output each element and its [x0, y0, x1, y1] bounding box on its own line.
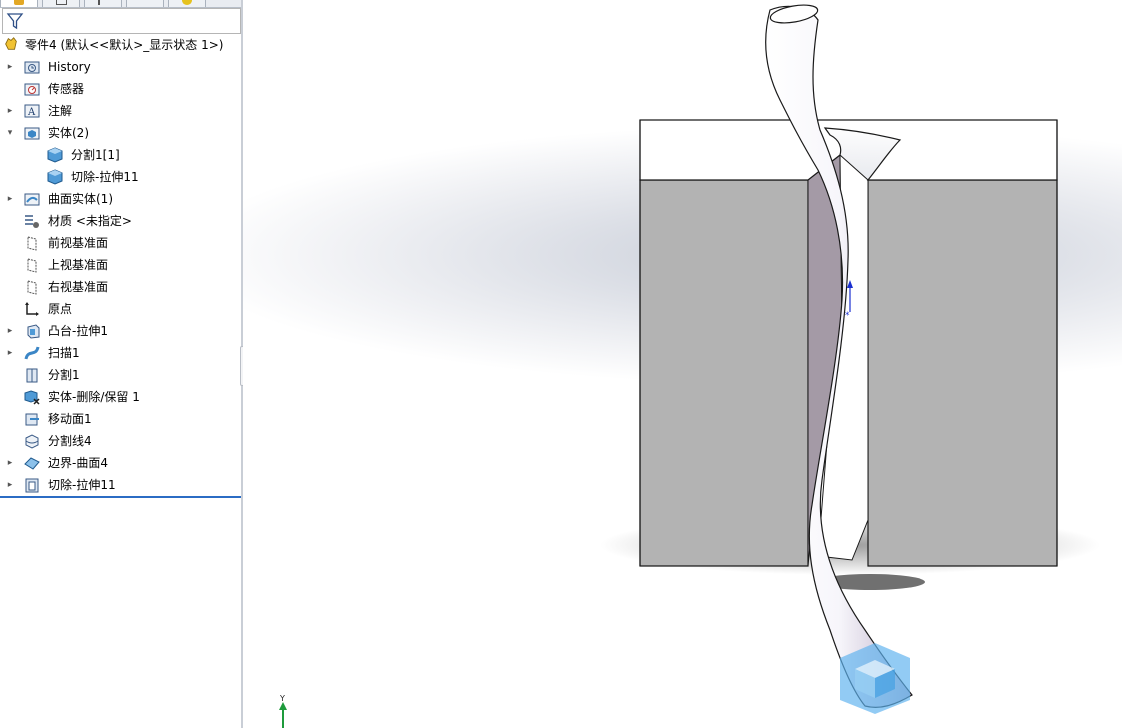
plane-icon [27, 236, 37, 251]
tree-item[interactable]: 移动面1 [0, 408, 241, 430]
split-icon [26, 368, 38, 383]
move-face-icon [25, 413, 39, 426]
tree-item[interactable]: 上视基准面 [0, 254, 241, 276]
cut-extrude-icon [25, 478, 39, 493]
tree-item-label: 前视基准面 [48, 236, 109, 250]
tree-item-label: History [48, 60, 91, 74]
tree-item-label: 边界-曲面4 [48, 456, 108, 470]
expand-arrow-icon[interactable]: ▸ [5, 56, 15, 78]
panel-tab-bar [0, 0, 241, 8]
configuration-manager-icon [98, 0, 110, 5]
rollback-bar[interactable] [0, 496, 241, 498]
tree-item-label: 注解 [48, 104, 73, 118]
tree-item-label: 实体(2) [48, 126, 89, 140]
history-folder-icon [24, 61, 40, 74]
expand-arrow-icon[interactable]: ▸ [5, 474, 15, 496]
expand-arrow-icon[interactable]: ▸ [5, 100, 15, 122]
tree-item-label: 实体-删除/保留 1 [48, 390, 140, 404]
display-manager-icon [182, 0, 192, 5]
plane-icon [27, 258, 37, 273]
tree-item-label: 分割线4 [48, 434, 92, 448]
tree-item[interactable]: ▾ 实体(2) [0, 122, 241, 144]
tree-item[interactable]: 传感器 [0, 78, 241, 100]
tree-item[interactable]: ▸ A 注解 [0, 100, 241, 122]
filter-icon[interactable] [6, 12, 24, 30]
expand-arrow-icon[interactable]: ▸ [5, 452, 15, 474]
feature-manager-icon [14, 0, 24, 5]
solid-body-icon [47, 169, 63, 185]
tree-item[interactable]: 实体-删除/保留 1 [0, 386, 241, 408]
feature-filter[interactable] [2, 8, 241, 34]
tab-display-manager[interactable] [168, 0, 206, 7]
coordinate-triad: Y [276, 694, 296, 728]
tree-item[interactable]: 分割1[1] [0, 144, 241, 166]
part-icon [5, 37, 17, 50]
tree-item-label: 分割1 [48, 368, 80, 382]
tree-item-label: 分割1[1] [71, 148, 120, 162]
expand-arrow-icon[interactable]: ▸ [5, 342, 15, 364]
tree-item[interactable]: ▸ 边界-曲面4 [0, 452, 241, 474]
sensors-icon [24, 83, 40, 96]
property-manager-icon [56, 0, 67, 5]
tab-feature-manager[interactable] [0, 0, 38, 7]
tree-root-label: 零件4 (默认<<默认>_显示状态 1>) [25, 38, 224, 52]
plane-icon [27, 280, 37, 295]
tree-root-part[interactable]: 零件4 (默认<<默认>_显示状态 1>) [0, 34, 241, 56]
tree-item[interactable]: ▸ 切除-拉伸11 [0, 474, 241, 496]
feature-manager-panel: 零件4 (默认<<默认>_显示状态 1>) ▸ History 传感器 ▸ A 注解 ▾ 实体… [0, 0, 241, 728]
tab-dimxpert-manager[interactable] [126, 0, 164, 7]
tree-item[interactable]: ▸ 曲面实体(1) [0, 188, 241, 210]
tree-item[interactable]: 分割1 [0, 364, 241, 386]
origin-icon [25, 302, 39, 316]
tree-item-label: 原点 [48, 302, 73, 316]
split-line-icon [25, 434, 39, 449]
right-block-face[interactable] [867, 179, 1058, 567]
collapse-arrow-icon[interactable]: ▾ [5, 122, 15, 144]
tab-configuration-manager[interactable] [84, 0, 122, 7]
tree-item[interactable]: ▸ 凸台-拉伸1 [0, 320, 241, 342]
tree-item-label: 右视基准面 [48, 280, 109, 294]
left-block-face[interactable] [639, 179, 809, 567]
tree-item-label: 切除-拉伸11 [48, 478, 116, 492]
svg-text:*: * [845, 311, 850, 321]
svg-text:A: A [27, 107, 36, 118]
tree-item-label: 曲面实体(1) [48, 192, 113, 206]
graphics-viewport[interactable]: * Y [243, 0, 1122, 728]
tree-item[interactable]: 前视基准面 [0, 232, 241, 254]
tree-item[interactable]: 右视基准面 [0, 276, 241, 298]
tree-item[interactable]: 分割线4 [0, 430, 241, 452]
delete-body-icon [24, 390, 40, 405]
sweep-icon [24, 346, 40, 360]
tree-item[interactable]: 原点 [0, 298, 241, 320]
surface-bodies-folder-icon [24, 193, 40, 206]
tree-item[interactable]: 材质 <未指定> [0, 210, 241, 232]
boss-extrude-icon [27, 324, 40, 339]
tree-item-label: 上视基准面 [48, 258, 109, 272]
tree-item-label: 传感器 [48, 82, 85, 96]
dimxpert-icon [142, 0, 148, 7]
tree-item-label: 材质 <未指定> [48, 214, 132, 228]
annotations-icon: A [24, 104, 40, 118]
expand-arrow-icon[interactable]: ▸ [5, 320, 15, 342]
tree-item-label: 扫描1 [48, 346, 80, 360]
boundary-surface-icon [24, 457, 40, 470]
part-model[interactable]: * [243, 0, 1122, 728]
y-axis-arrow-icon [279, 702, 287, 728]
tree-item-label: 凸台-拉伸1 [48, 324, 108, 338]
tab-property-manager[interactable] [42, 0, 80, 7]
expand-arrow-icon[interactable]: ▸ [5, 188, 15, 210]
tree-item[interactable]: ▸ 扫描1 [0, 342, 241, 364]
tree-item-label: 切除-拉伸11 [71, 170, 139, 184]
solid-body-icon [47, 147, 63, 163]
tree-item-label: 移动面1 [48, 412, 92, 426]
view-cube-icon[interactable] [840, 643, 910, 714]
tree-item[interactable]: ▸ History [0, 56, 241, 78]
tree-item[interactable]: 切除-拉伸11 [0, 166, 241, 188]
material-icon [25, 215, 39, 228]
solid-bodies-folder-icon [24, 127, 40, 140]
